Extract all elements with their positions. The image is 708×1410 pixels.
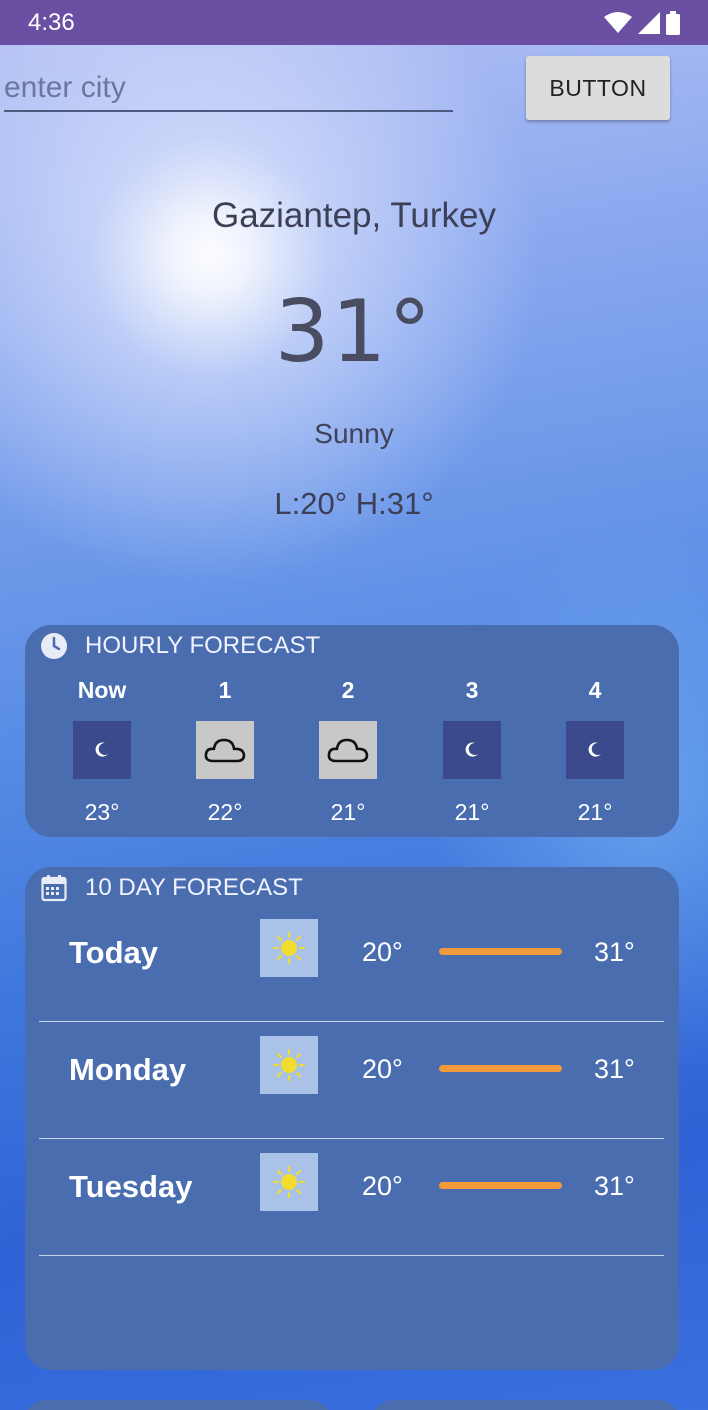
sun-icon: [260, 1036, 318, 1094]
search-button[interactable]: BUTTON: [526, 56, 670, 120]
day-low: 20°: [362, 937, 403, 967]
status-bar: 4:36: [0, 0, 708, 45]
cloud-icon: [319, 721, 377, 779]
day-low: 20°: [362, 1054, 403, 1084]
daily-title: 10 DAY FORECAST: [85, 874, 303, 901]
status-icons: [604, 10, 680, 35]
hour-label: 3: [465, 677, 479, 703]
low-high-temps: L:20° H:31°: [274, 486, 434, 521]
moon-icon: [73, 721, 131, 779]
day-name: Today: [69, 935, 158, 970]
calendar-icon: [39, 873, 69, 903]
hour-temp: 22°: [207, 799, 243, 825]
hour-label: Now: [77, 677, 127, 703]
hour-label: 2: [341, 677, 355, 703]
condition-text: Sunny: [314, 418, 394, 449]
cloud-icon: [196, 721, 254, 779]
hour-label: 4: [588, 677, 602, 703]
hour-temp: 21°: [577, 799, 613, 825]
sun-icon: [260, 919, 318, 977]
hour-temp: 21°: [454, 799, 490, 825]
battery-icon: [666, 10, 680, 35]
day-name: Monday: [69, 1052, 187, 1087]
hour-item: 3 21°: [432, 677, 512, 826]
hourly-header: HOURLY FORECAST: [39, 631, 320, 661]
day-row: Monday 20° 31°: [39, 1022, 664, 1139]
hour-item: 4 21°: [555, 677, 635, 826]
temp-range-bar: [439, 1182, 562, 1189]
hour-item: 2 21°: [308, 677, 388, 826]
hour-item: 1 22°: [185, 677, 265, 826]
signal-icon: [638, 11, 660, 34]
sun-icon: [260, 1153, 318, 1211]
hour-temp: 23°: [84, 799, 120, 825]
hourly-title: HOURLY FORECAST: [85, 632, 321, 659]
daily-forecast-card: 10 DAY FORECAST Today 20° 31° Monday 20°…: [25, 867, 679, 1370]
day-high: 31°: [594, 937, 635, 967]
city-name: Gaziantep, Turkey: [211, 196, 497, 235]
moon-icon: [443, 721, 501, 779]
city-input[interactable]: [4, 62, 453, 112]
hourly-forecast-card: HOURLY FORECAST Now 23° 1 22° 2 21° 3 21…: [25, 625, 679, 837]
bottom-card-left: [25, 1400, 331, 1410]
status-time: 4:36: [28, 8, 75, 36]
hour-temp: 21°: [330, 799, 366, 825]
day-name: Tuesday: [69, 1169, 193, 1204]
day-row: Tuesday 20° 31°: [39, 1139, 664, 1256]
hour-item: Now 23°: [62, 677, 142, 826]
temp-range-bar: [439, 948, 562, 955]
wifi-icon: [604, 11, 632, 33]
daily-header: 10 DAY FORECAST: [39, 873, 303, 903]
bottom-card-right: [372, 1400, 679, 1410]
day-high: 31°: [594, 1171, 635, 1201]
moon-icon: [566, 721, 624, 779]
clock-icon: [39, 631, 69, 661]
day-row: Today 20° 31°: [39, 905, 664, 1022]
temp-range-bar: [439, 1065, 562, 1072]
hour-label: 1: [218, 677, 232, 703]
day-high: 31°: [594, 1054, 635, 1084]
current-temperature: 31°: [274, 282, 434, 382]
day-low: 20°: [362, 1171, 403, 1201]
